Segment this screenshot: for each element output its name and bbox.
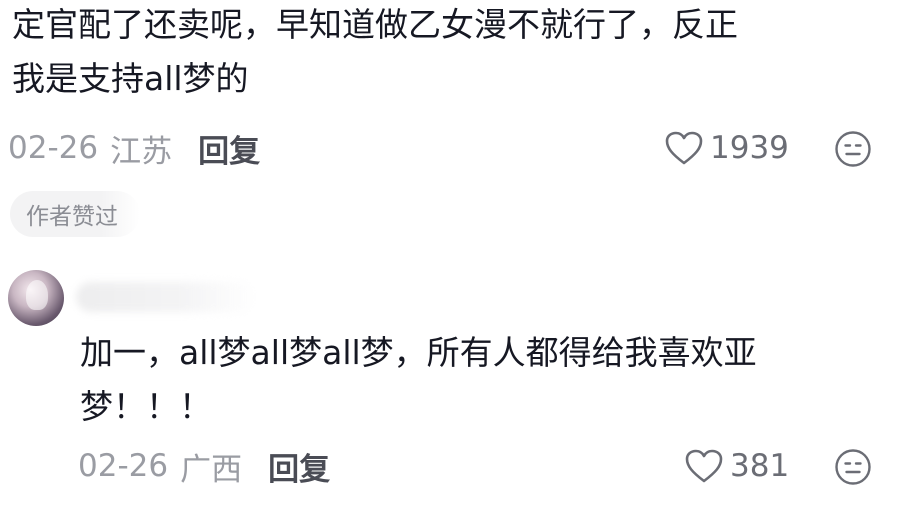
reaction-button[interactable] [834,130,872,172]
comment-text: 加一，all梦all梦all梦，所有人都得给我喜欢亚 梦！！！ [80,333,757,426]
comment-text: 定官配了还卖呢，早知道做乙女漫不就行了，反正 我是支持all梦的 [12,5,738,98]
like-count: 381 [730,448,790,484]
like-count: 1939 [710,130,789,166]
reply-button[interactable]: 回复 [268,444,330,489]
username-blurred[interactable] [76,282,256,312]
comment-date: 02-26 [78,448,169,484]
heart-outline-icon [685,449,723,483]
comment-date: 02-26 [8,130,99,166]
reaction-button[interactable] [834,448,872,490]
avatar[interactable] [8,270,64,326]
heart-outline-icon [665,131,703,165]
author-liked-badge: 作者赞过 [10,191,140,237]
comment-location: 江苏 [110,133,173,170]
comment-meta: 02-26 江苏 回复 [8,126,260,170]
like-button[interactable]: 381 [684,444,789,488]
emoji-face-icon [835,131,871,167]
like-button[interactable]: 1939 [664,126,789,170]
reply-button[interactable]: 回复 [198,126,260,171]
comment-meta: 02-26 广西 回复 [78,444,330,488]
comment-location: 广西 [180,451,243,488]
author-liked-label: 作者赞过 [26,204,118,230]
emoji-face-icon [835,449,871,485]
